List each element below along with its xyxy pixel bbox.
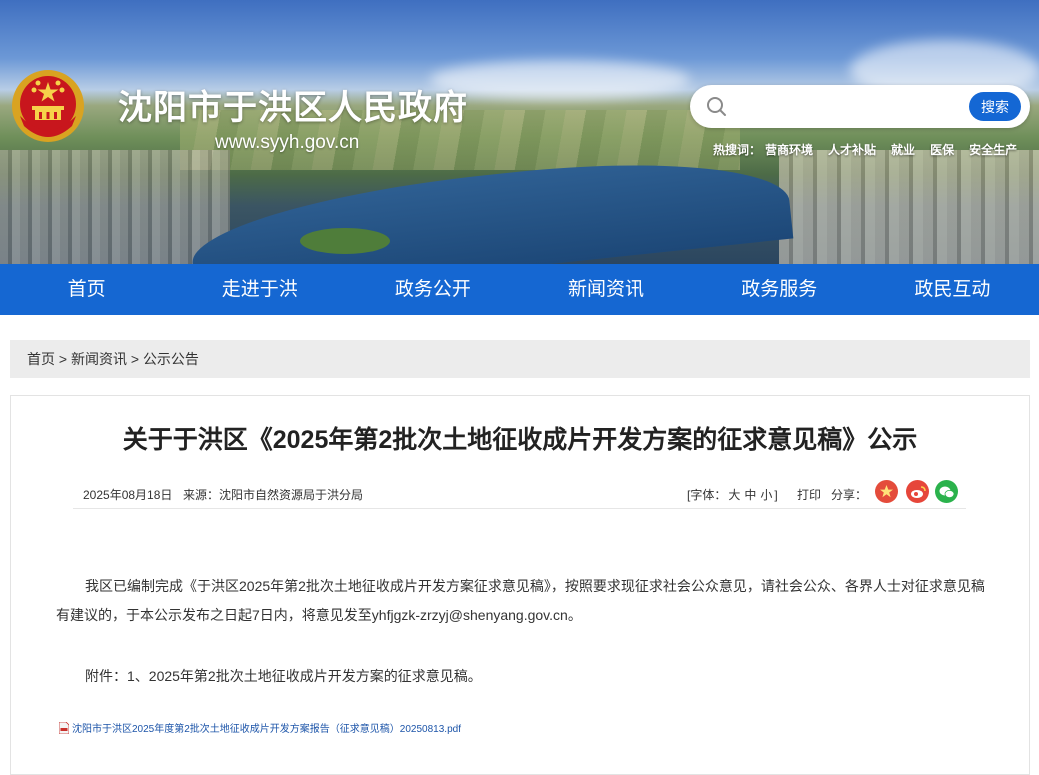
breadcrumb-news[interactable]: 新闻资讯: [71, 351, 127, 367]
nav-item-news[interactable]: 新闻资讯: [519, 264, 692, 315]
banner-city-right: [779, 150, 1039, 264]
article-paragraph: 附件：1、2025年第2批次土地征收成片开发方案的征求意见稿。: [85, 668, 482, 684]
font-size-medium[interactable]: 中: [744, 488, 756, 502]
search-button[interactable]: 搜索: [969, 92, 1021, 121]
nav-item-home[interactable]: 首页: [0, 264, 173, 315]
search-box: 搜索: [690, 85, 1030, 128]
banner-cloud: [430, 60, 690, 100]
hotword-link[interactable]: 人才补贴: [828, 141, 876, 158]
hotwords-bar: 热搜词： 营商环境 人才补贴 就业 医保 安全生产: [713, 141, 1032, 158]
banner-island: [300, 228, 390, 254]
hotword-link[interactable]: 安全生产: [969, 141, 1017, 158]
nav-item-services[interactable]: 政务服务: [693, 264, 866, 315]
banner-city-left: [0, 150, 230, 264]
article-meta: 2025年08月18日 来源：沈阳市自然资源局于洪分局 [字体：大中小] 打印 …: [73, 478, 966, 509]
hotword-link[interactable]: 就业: [891, 141, 915, 158]
font-size-controls: [字体：大中小]: [687, 486, 778, 503]
search-input[interactable]: [736, 93, 951, 120]
site-url: www.syyh.gov.cn: [215, 132, 360, 153]
hotwords-label: 热搜词：: [713, 143, 762, 157]
attachment-filename[interactable]: 沈阳市于洪区2025年度第2批次土地征收成片开发方案报告（征求意见稿）20250…: [72, 720, 461, 735]
party-emblem-icon[interactable]: [875, 480, 898, 503]
breadcrumb-separator: >: [55, 351, 71, 367]
print-link[interactable]: 打印: [797, 486, 821, 503]
nav-item-interaction[interactable]: 政民互动: [866, 264, 1039, 315]
article-title: 关于于洪区《2025年第2批次土地征收成片开发方案的征求意见稿》公示: [122, 426, 918, 454]
font-size-label: [字体：: [687, 488, 727, 502]
hotword-link[interactable]: 营商环境: [765, 141, 813, 158]
weibo-icon[interactable]: [906, 480, 929, 503]
article-source: 来源：沈阳市自然资源局于洪分局: [183, 488, 364, 502]
main-nav: 首页 走进于洪 政务公开 新闻资讯 政务服务 政民互动: [0, 264, 1039, 315]
pdf-icon: [59, 721, 69, 734]
font-size-large[interactable]: 大: [728, 488, 740, 502]
search-icon: [707, 97, 726, 116]
national-emblem-icon[interactable]: [10, 68, 86, 144]
font-size-small[interactable]: 小: [760, 488, 772, 502]
breadcrumb-separator: >: [126, 351, 143, 367]
article-panel: 关于于洪区《2025年第2批次土地征收成片开发方案的征求意见稿》公示 2025年…: [10, 395, 1030, 775]
attachment-link[interactable]: 沈阳市于洪区2025年度第2批次土地征收成片开发方案报告（征求意见稿）20250…: [59, 720, 461, 735]
publish-date: 2025年08月18日: [83, 488, 173, 502]
site-title[interactable]: 沈阳市于洪区人民政府: [118, 80, 468, 129]
nav-item-about[interactable]: 走进于洪: [173, 264, 346, 315]
hotword-link[interactable]: 医保: [930, 141, 954, 158]
article-paragraph: 我区已编制完成《于洪区2025年第2批次土地征收成片开发方案征求意见稿》，按照要…: [56, 578, 985, 623]
header-banner: 沈阳市于洪区人民政府 www.syyh.gov.cn 搜索 热搜词： 营商环境 …: [0, 0, 1039, 264]
share-label: 分享：: [831, 488, 868, 502]
nav-item-gov-affairs[interactable]: 政务公开: [346, 264, 519, 315]
wechat-icon[interactable]: [935, 480, 958, 503]
breadcrumb: 首页 > 新闻资讯 > 公示公告: [10, 340, 1030, 378]
breadcrumb-notices[interactable]: 公示公告: [143, 351, 199, 367]
font-size-close: ]: [774, 488, 778, 502]
breadcrumb-home[interactable]: 首页: [27, 351, 55, 367]
